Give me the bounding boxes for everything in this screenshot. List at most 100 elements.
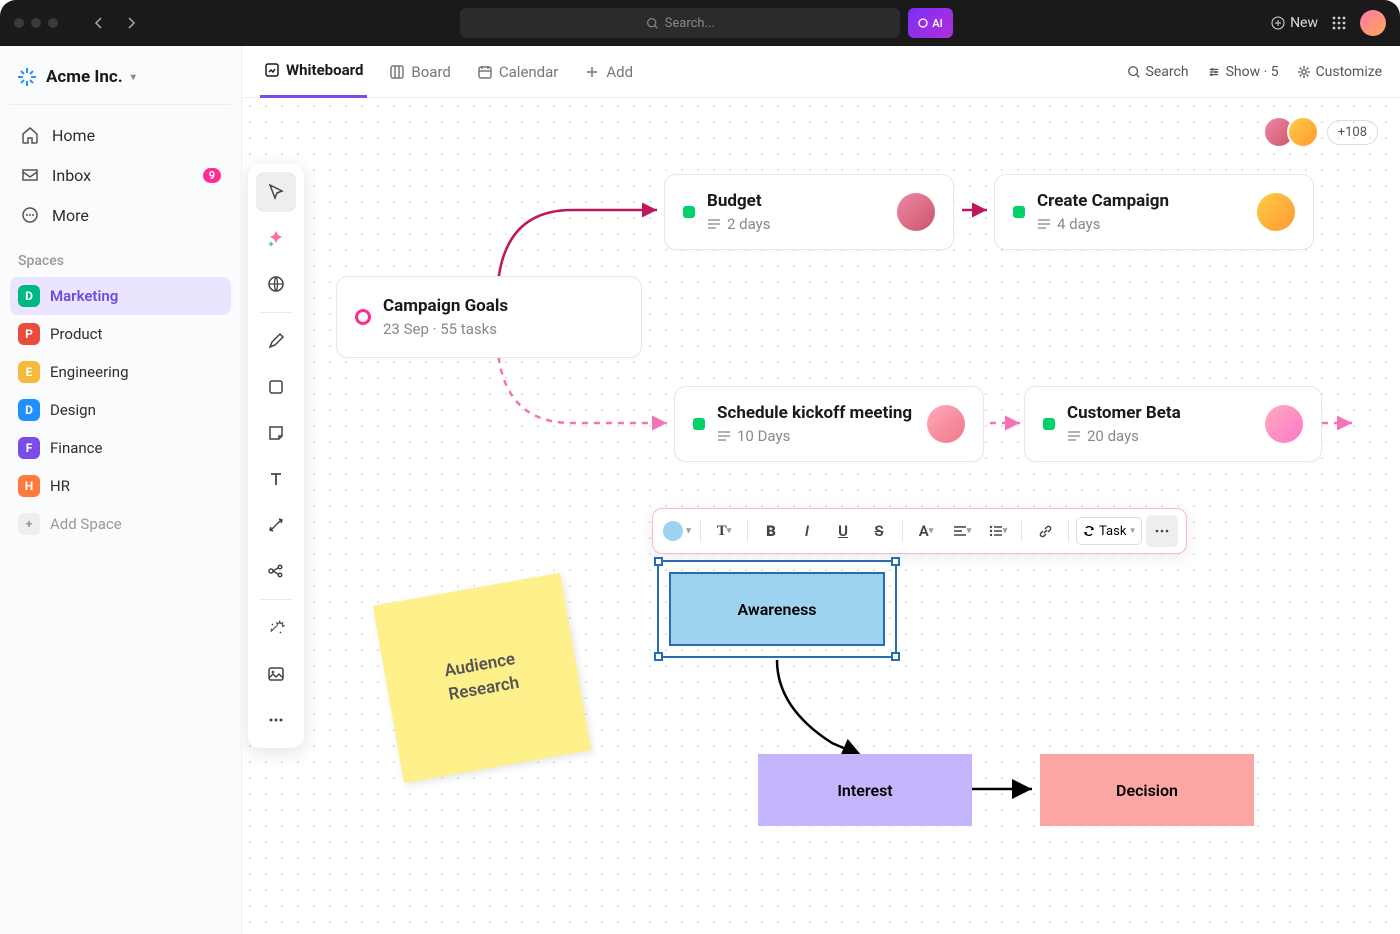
convert-to-task[interactable]: Task▾: [1076, 517, 1142, 545]
card-campaign-goals[interactable]: Campaign Goals 23 Sep · 55 tasks: [336, 276, 642, 358]
workspace-name: Acme Inc.: [46, 67, 123, 87]
bold-button[interactable]: B: [755, 515, 787, 547]
tab-add[interactable]: Add: [580, 46, 637, 98]
card-title: Create Campaign: [1037, 191, 1245, 211]
collaborators: +108: [1271, 116, 1378, 148]
inbox-icon: [20, 165, 40, 185]
space-badge: H: [18, 475, 40, 497]
view-customize[interactable]: Customize: [1297, 64, 1382, 80]
tab-whiteboard[interactable]: Whiteboard: [260, 46, 367, 98]
space-item-design[interactable]: DDesign: [10, 391, 231, 429]
plus-circle-icon: [1271, 16, 1285, 30]
align-button[interactable]: ▾: [946, 515, 978, 547]
status-icon: [683, 206, 695, 218]
search-placeholder: Search...: [665, 16, 715, 31]
space-label: Product: [50, 325, 102, 343]
more-options[interactable]: [1146, 515, 1178, 547]
sticky-note[interactable]: Audience Research: [373, 573, 591, 783]
underline-button[interactable]: U: [827, 515, 859, 547]
space-item-marketing[interactable]: D Marketing: [10, 277, 231, 315]
link-button[interactable]: [1029, 515, 1061, 547]
forward-button[interactable]: [120, 12, 142, 34]
whiteboard-icon: [264, 62, 280, 78]
assignee-avatar[interactable]: [1257, 193, 1295, 231]
ai-button[interactable]: AI: [908, 8, 953, 38]
text-color[interactable]: A▾: [910, 515, 942, 547]
back-button[interactable]: [88, 12, 110, 34]
more-icon: [20, 205, 40, 225]
flow-decision[interactable]: Decision: [1040, 754, 1254, 826]
strike-button[interactable]: S: [863, 515, 895, 547]
view-show[interactable]: Show · 5: [1207, 64, 1279, 80]
space-badge: D: [18, 285, 40, 307]
nav-home[interactable]: Home: [10, 115, 231, 155]
new-button[interactable]: New: [1271, 15, 1318, 31]
assignee-avatar[interactable]: [927, 405, 965, 443]
space-label: Marketing: [50, 287, 118, 305]
tool-image[interactable]: [256, 654, 296, 694]
view-search[interactable]: Search: [1127, 64, 1189, 80]
home-icon: [20, 125, 40, 145]
italic-button[interactable]: I: [791, 515, 823, 547]
sliders-icon: [1207, 65, 1221, 79]
card-create-campaign[interactable]: Create Campaign 4 days: [994, 174, 1314, 250]
space-label: Engineering: [50, 363, 129, 381]
card-budget[interactable]: Budget 2 days: [664, 174, 954, 250]
card-subtitle: 4 days: [1037, 215, 1245, 233]
tool-magic[interactable]: [256, 608, 296, 648]
tab-board[interactable]: Board: [385, 46, 454, 98]
align-icon: [953, 525, 967, 537]
apps-icon[interactable]: [1328, 12, 1350, 34]
space-item-hr[interactable]: HHR: [10, 467, 231, 505]
space-item-finance[interactable]: FFinance: [10, 429, 231, 467]
sparkle-icon: [918, 18, 928, 28]
font-family[interactable]: T▾: [708, 515, 740, 547]
chevron-down-icon: ▾: [1003, 526, 1008, 536]
whiteboard-canvas[interactable]: +108: [242, 98, 1400, 934]
tool-pointer[interactable]: [256, 172, 296, 212]
list-button[interactable]: ▾: [982, 515, 1014, 547]
lines-icon: [707, 218, 721, 230]
space-item-product[interactable]: PProduct: [10, 315, 231, 353]
tool-more[interactable]: [256, 700, 296, 740]
titlebar: Search... AI New: [0, 0, 1400, 46]
tool-shape[interactable]: [256, 367, 296, 407]
add-space-button[interactable]: + Add Space: [10, 505, 231, 543]
selection-frame[interactable]: Awareness: [657, 560, 897, 658]
space-label: Design: [50, 401, 96, 419]
workspace-selector[interactable]: Acme Inc. ▾: [10, 58, 231, 105]
link-icon: [1038, 524, 1053, 539]
nav-inbox[interactable]: Inbox 9: [10, 155, 231, 195]
tool-pen[interactable]: [256, 321, 296, 361]
chevron-down-icon: ▾: [1130, 526, 1135, 536]
fill-color[interactable]: ▾: [661, 515, 693, 547]
more-collaborators[interactable]: +108: [1327, 120, 1378, 145]
card-title: Budget: [707, 191, 885, 211]
tool-web[interactable]: [256, 264, 296, 304]
flow-interest[interactable]: Interest: [758, 754, 972, 826]
view-tabs: Whiteboard Board Calendar Add Search Sho…: [242, 46, 1400, 98]
chevron-down-icon: ▾: [686, 526, 691, 536]
tool-ai[interactable]: [256, 218, 296, 258]
global-search[interactable]: Search...: [460, 8, 900, 38]
tool-text[interactable]: [256, 459, 296, 499]
tab-calendar[interactable]: Calendar: [473, 46, 563, 98]
tool-connector[interactable]: [256, 505, 296, 545]
search-icon: [646, 17, 659, 30]
avatar[interactable]: [1287, 116, 1319, 148]
card-customer-beta[interactable]: Customer Beta 20 days: [1024, 386, 1322, 462]
user-avatar[interactable]: [1360, 10, 1386, 36]
card-title: Schedule kickoff meeting: [717, 403, 915, 423]
tool-sticky[interactable]: [256, 413, 296, 453]
card-kickoff[interactable]: Schedule kickoff meeting 10 Days: [674, 386, 984, 462]
space-badge: E: [18, 361, 40, 383]
tool-mindmap[interactable]: [256, 551, 296, 591]
space-item-engineering[interactable]: E Engineering: [10, 353, 231, 391]
board-icon: [389, 64, 405, 80]
flow-awareness[interactable]: Awareness: [669, 572, 885, 646]
assignee-avatar[interactable]: [1265, 405, 1303, 443]
format-toolbar: ▾ T▾ B I U S A▾ ▾ ▾ Task▾: [652, 508, 1187, 554]
nav-more[interactable]: More: [10, 195, 231, 235]
lines-icon: [1067, 430, 1081, 442]
assignee-avatar[interactable]: [897, 193, 935, 231]
